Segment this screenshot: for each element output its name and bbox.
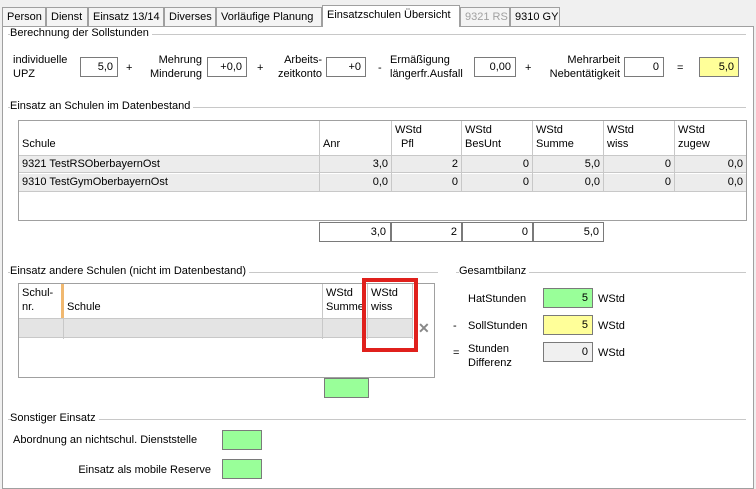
plus-sign: + xyxy=(525,62,532,74)
cell-schule: 9321 TestRSOberbayernOst xyxy=(19,156,320,174)
mobile-reserve-field[interactable] xyxy=(222,459,262,479)
cell-summe: 0,0 xyxy=(533,174,604,192)
upz-field[interactable]: 5,0 xyxy=(80,57,118,77)
mehrarbeit-field[interactable]: 0 xyxy=(624,57,664,77)
column-header-wstd-zugew[interactable]: WStd zugew xyxy=(675,121,746,155)
column-header-wstd-pfl[interactable]: WStd Pfl xyxy=(392,121,462,155)
group-title-sonstiger: Sonstiger Einsatz xyxy=(10,412,99,424)
cell-anr: 0,0 xyxy=(320,174,392,192)
delete-icon[interactable]: ✕ xyxy=(418,321,430,335)
cell-besunt: 0 xyxy=(462,156,533,174)
sollstunden-result: 5,0 xyxy=(699,57,739,77)
differenz-unit: WStd xyxy=(598,347,625,359)
cell-zugew: 0,0 xyxy=(727,176,743,188)
new-entry-row[interactable] xyxy=(19,318,413,339)
cell-zugew: 0,0 xyxy=(727,158,743,170)
hatstunden-unit: WStd xyxy=(598,293,625,305)
cell-pfl: 0 xyxy=(392,174,462,192)
cell-schule: 9310 TestGymOberbayernOst xyxy=(19,174,320,192)
column-header-anr[interactable]: Anr xyxy=(320,121,392,155)
minus-sign: - xyxy=(453,320,457,332)
column-header-wstd-summe[interactable]: WStd Summe xyxy=(533,121,604,155)
cell-schule-input[interactable] xyxy=(64,319,323,339)
plus-sign: + xyxy=(257,62,264,74)
mehrung-field[interactable]: +0,0 xyxy=(207,57,247,77)
equals-sign: = xyxy=(453,347,460,359)
andere-summe-total xyxy=(324,378,369,398)
tab-einsatz[interactable]: Einsatz 13/14 xyxy=(88,7,164,27)
cell-wiss: 0 xyxy=(604,174,675,192)
group-title-einsatz-db: Einsatz an Schulen im Datenbestand xyxy=(10,100,194,112)
differenz-field: 0 xyxy=(543,342,593,362)
total-anr: 3,0 xyxy=(319,222,391,242)
group-title-sollstunden: Berechnung der Sollstunden xyxy=(10,27,152,39)
cell-anr: 3,0 xyxy=(320,156,392,174)
cell-summe: 5,0 xyxy=(533,156,604,174)
hatstunden-label: HatStunden xyxy=(468,293,527,305)
minus-sign: - xyxy=(378,62,382,74)
table-row[interactable]: 9321 TestRSOberbayernOst 3,0 2 0 5,0 0 0… xyxy=(19,155,746,174)
sollstunden-unit: WStd xyxy=(598,320,625,332)
cell-pfl: 2 xyxy=(392,156,462,174)
total-pfl: 2 xyxy=(391,222,462,242)
highlight-box xyxy=(362,278,418,352)
tab-9321-rs: 9321 RS xyxy=(460,7,510,27)
column-header-schule[interactable]: Schule xyxy=(19,121,320,155)
ermaessigung-field[interactable]: 0,00 xyxy=(474,57,516,77)
group-title-einsatz-andere: Einsatz andere Schulen (nicht im Datenbe… xyxy=(10,265,250,277)
column-header-schule[interactable]: Schule xyxy=(64,284,323,318)
group-title-gesamtbilanz: Gesamtbilanz xyxy=(459,265,530,277)
equals-sign: = xyxy=(677,62,684,74)
sollstunden-label: SollStunden xyxy=(468,320,528,332)
einsatz-db-table: Schule Anr WStd Pfl WStd BesUnt WStd Summe … xyxy=(18,120,747,221)
cell-besunt: 0 xyxy=(462,174,533,192)
column-header-wstd-wiss[interactable]: WStd wiss xyxy=(604,121,675,155)
column-header-wstd-besunt[interactable]: WStd BesUnt xyxy=(462,121,533,155)
abordnung-label: Abordnung an nichtschul. Dienststelle xyxy=(13,434,198,446)
tab-dienst[interactable]: Dienst xyxy=(46,7,88,27)
mehrarbeit-label: Mehrarbeit Nebentätigkeit xyxy=(549,54,620,80)
hatstunden-field: 5 xyxy=(543,288,593,308)
tab-diverses[interactable]: Diverses xyxy=(164,7,216,27)
total-summe: 5,0 xyxy=(533,222,604,242)
arbeitszeitkonto-field[interactable]: +0 xyxy=(326,57,366,77)
cell-schulnr-input[interactable] xyxy=(19,319,64,339)
upz-label: individuelle UPZ xyxy=(13,54,68,80)
total-besunt: 0 xyxy=(462,222,533,242)
table-row[interactable]: 9310 TestGymOberbayernOst 0,0 0 0 0,0 0 … xyxy=(19,174,746,192)
divider xyxy=(8,419,746,420)
column-header-schulnr[interactable]: Schul-nr. xyxy=(19,284,64,318)
mehrung-label: Mehrung Minderung xyxy=(150,54,202,80)
mobile-reserve-label: Einsatz als mobile Reserve xyxy=(78,464,211,476)
tab-person[interactable]: Person xyxy=(2,7,46,27)
cell-wiss: 0 xyxy=(604,156,675,174)
tab-einsatzschulen-uebersicht[interactable]: Einsatzschulen Übersicht xyxy=(322,5,460,27)
tab-9310-gy[interactable]: 9310 GY xyxy=(510,7,560,27)
tab-bar: Person Dienst Einsatz 13/14 Diverses Vor… xyxy=(0,0,756,27)
arbeitszeitkonto-label: Arbeits-zeitkonto xyxy=(277,54,322,80)
differenz-label: Stunden Differenz xyxy=(468,343,512,369)
ermaessigung-label: Ermäßigung längerfr.Ausfall xyxy=(390,54,463,80)
abordnung-field[interactable] xyxy=(222,430,262,450)
sollstunden-field: 5 xyxy=(543,315,593,335)
tab-vorlaeufige-planung[interactable]: Vorläufige Planung xyxy=(216,7,322,27)
plus-sign: + xyxy=(126,62,133,74)
